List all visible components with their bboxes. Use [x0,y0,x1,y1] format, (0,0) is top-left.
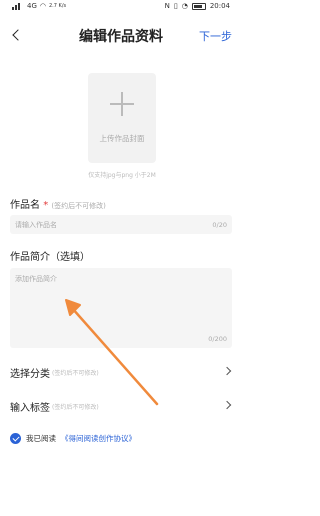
name-label-text: 作品名 [10,200,40,211]
category-label: 选择分类 [10,369,50,380]
name-field-note: (签约后不可修改) [51,202,106,210]
plus-icon [110,92,134,116]
next-step-button[interactable]: 下一步 [199,28,232,44]
cover-hint: 仅支持jpg与png 小于2M [88,172,156,179]
intro-field-label: 作品简介（选填） [10,252,90,263]
required-mark: * [43,200,49,211]
vibrate-icon: ▯ [173,2,178,10]
agreement-link[interactable]: 《得间阅读创作协议》 [61,433,136,444]
agreement-prefix: 我已阅读 [26,433,56,443]
network-speed: 2.7 K/s [49,3,67,9]
upload-cover-button[interactable]: 上传作品封面 [88,73,156,163]
select-category-row[interactable]: 选择分类 (签约后不可修改) [10,362,232,382]
tags-label: 输入标签 [10,403,50,414]
status-bar: 4G ◠ 2.7 K/s N ▯ ◔ 20:04 [0,0,242,14]
intro-placeholder: 添加作品简介 [15,275,57,283]
nav-bar: 编辑作品资料 下一步 [0,20,242,50]
chevron-left-icon [12,29,24,41]
category-note: (签约后不可修改) [52,370,99,377]
chevron-right-icon [222,400,232,410]
clock: 20:04 [209,2,230,10]
intro-char-count: 0/200 [208,335,227,343]
back-button[interactable] [8,24,28,46]
name-input[interactable]: 请输入作品名 0/20 [10,215,232,234]
signal-icon [12,2,24,10]
alarm-icon: ◔ [181,2,188,10]
tags-note: (签约后不可修改) [52,404,99,411]
network-type: 4G [27,2,37,10]
name-input-placeholder: 请输入作品名 [15,221,57,229]
agree-checkbox[interactable] [10,432,21,444]
battery-icon [191,2,206,10]
upload-cover-label: 上传作品封面 [99,134,145,143]
chevron-right-icon [222,366,232,376]
name-char-count: 0/20 [212,221,227,229]
input-tags-row[interactable]: 输入标签 (签约后不可修改) [10,396,232,416]
intro-textarea[interactable]: 添加作品简介 0/200 [10,268,232,348]
agreement-row: 我已阅读 《得间阅读创作协议》 [10,431,136,445]
name-field-label: 作品名 * (签约后不可修改) [10,196,106,211]
nfc-icon: N [164,2,170,10]
wifi-icon: ◠ [39,2,46,10]
page-title: 编辑作品资料 [79,29,163,45]
